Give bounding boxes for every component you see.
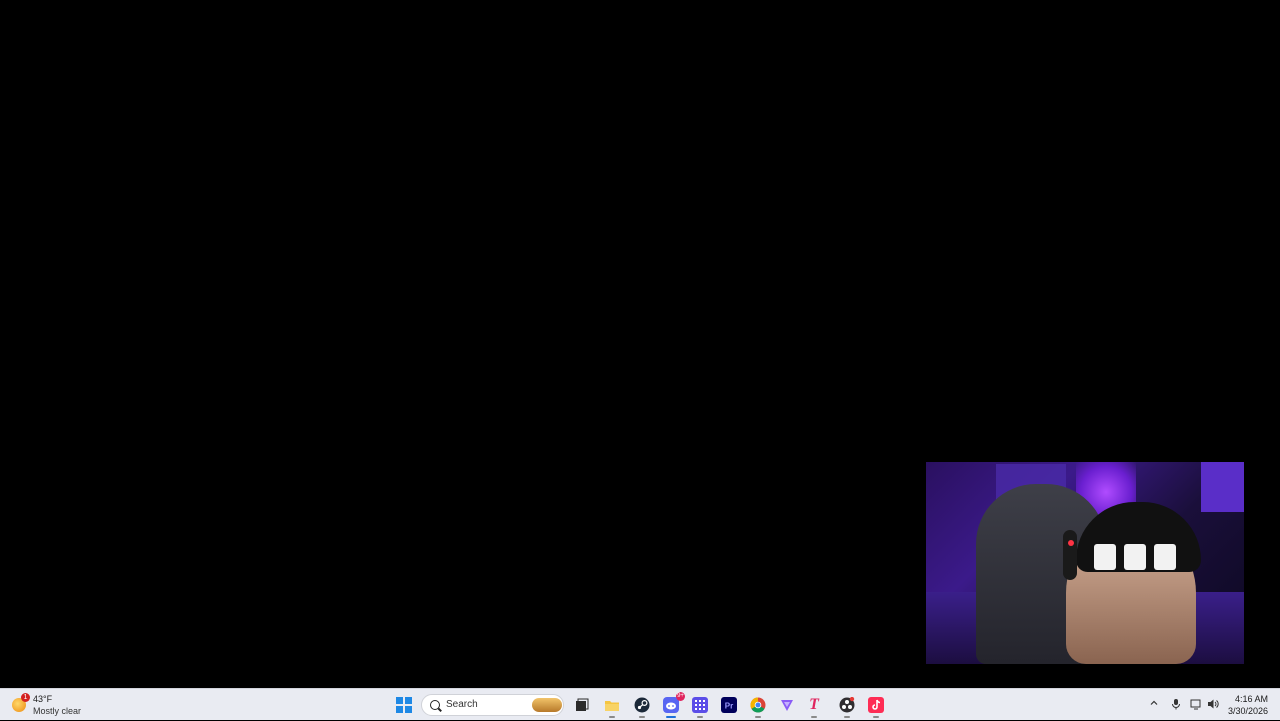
running-indicator <box>811 716 817 718</box>
discord-notification-badge: 9+ <box>676 692 685 701</box>
tiktok-button[interactable] <box>866 695 886 718</box>
t-app-button[interactable]: T <box>804 695 824 718</box>
running-indicator <box>755 716 761 718</box>
t-app-icon: T <box>809 696 819 713</box>
clock-date: 3/30/2026 <box>1227 706 1268 716</box>
system-tray: 4:16 AM 3/30/2026 <box>1140 689 1280 721</box>
task-view-icon <box>576 698 589 711</box>
folder-icon <box>605 701 619 711</box>
running-indicator <box>697 716 703 718</box>
running-indicator <box>639 716 645 718</box>
volume-icon[interactable] <box>1207 698 1219 710</box>
clock-time: 4:16 AM <box>1234 694 1268 704</box>
steam-button[interactable] <box>632 695 652 718</box>
obs-button[interactable] <box>837 695 857 718</box>
task-view-button[interactable] <box>572 695 592 715</box>
premiere-icon: Pr <box>721 697 737 713</box>
microphone-icon[interactable] <box>1170 698 1182 710</box>
weather-alert-badge: 1 <box>21 693 30 702</box>
show-hidden-icons-chevron-icon[interactable] <box>1148 698 1160 710</box>
svg-text:Pr: Pr <box>725 702 733 711</box>
vector-app-button[interactable] <box>777 695 797 715</box>
webcam-overlay <box>926 462 1244 664</box>
running-indicator <box>844 716 850 718</box>
taskbar-app-area: Search 9+ Pr T <box>392 689 892 721</box>
beanie-pattern <box>1094 544 1116 570</box>
active-indicator <box>666 716 676 718</box>
file-explorer-button[interactable] <box>602 695 622 718</box>
obs-icon <box>839 697 855 713</box>
running-indicator <box>873 716 879 718</box>
webcam-right-glow <box>1201 462 1244 512</box>
chrome-button[interactable] <box>748 695 768 718</box>
tiktok-icon <box>868 697 884 713</box>
running-indicator <box>609 716 615 718</box>
start-button[interactable] <box>394 695 414 715</box>
chrome-icon <box>750 697 766 713</box>
taskbar: 1 43°F Mostly clear Search 9+ Pr T 4:16 … <box>0 688 1280 720</box>
weather-widget[interactable]: 1 43°F Mostly clear <box>10 692 100 718</box>
search-icon <box>430 700 440 710</box>
taskbar-search-box[interactable]: Search <box>421 694 564 716</box>
windows-start-icon <box>396 697 412 713</box>
steam-icon <box>634 697 650 713</box>
weather-temperature: 43°F <box>33 694 53 704</box>
webcam-mic-light <box>1068 540 1074 546</box>
webcam-headset <box>1063 530 1077 580</box>
network-icon[interactable] <box>1190 698 1202 710</box>
clock[interactable]: 4:16 AM 3/30/2026 <box>1228 693 1268 717</box>
search-highlight-art <box>532 698 562 712</box>
triangle-app-icon <box>781 700 793 711</box>
discord-button[interactable]: 9+ <box>661 692 685 718</box>
beanie-pattern <box>1124 544 1146 570</box>
app-grid-button[interactable] <box>690 695 710 718</box>
premiere-button[interactable]: Pr <box>719 695 739 715</box>
weather-condition: Mostly clear <box>33 706 82 716</box>
grid-app-icon <box>692 697 708 713</box>
beanie-pattern <box>1154 544 1176 570</box>
search-label: Search <box>446 699 478 710</box>
